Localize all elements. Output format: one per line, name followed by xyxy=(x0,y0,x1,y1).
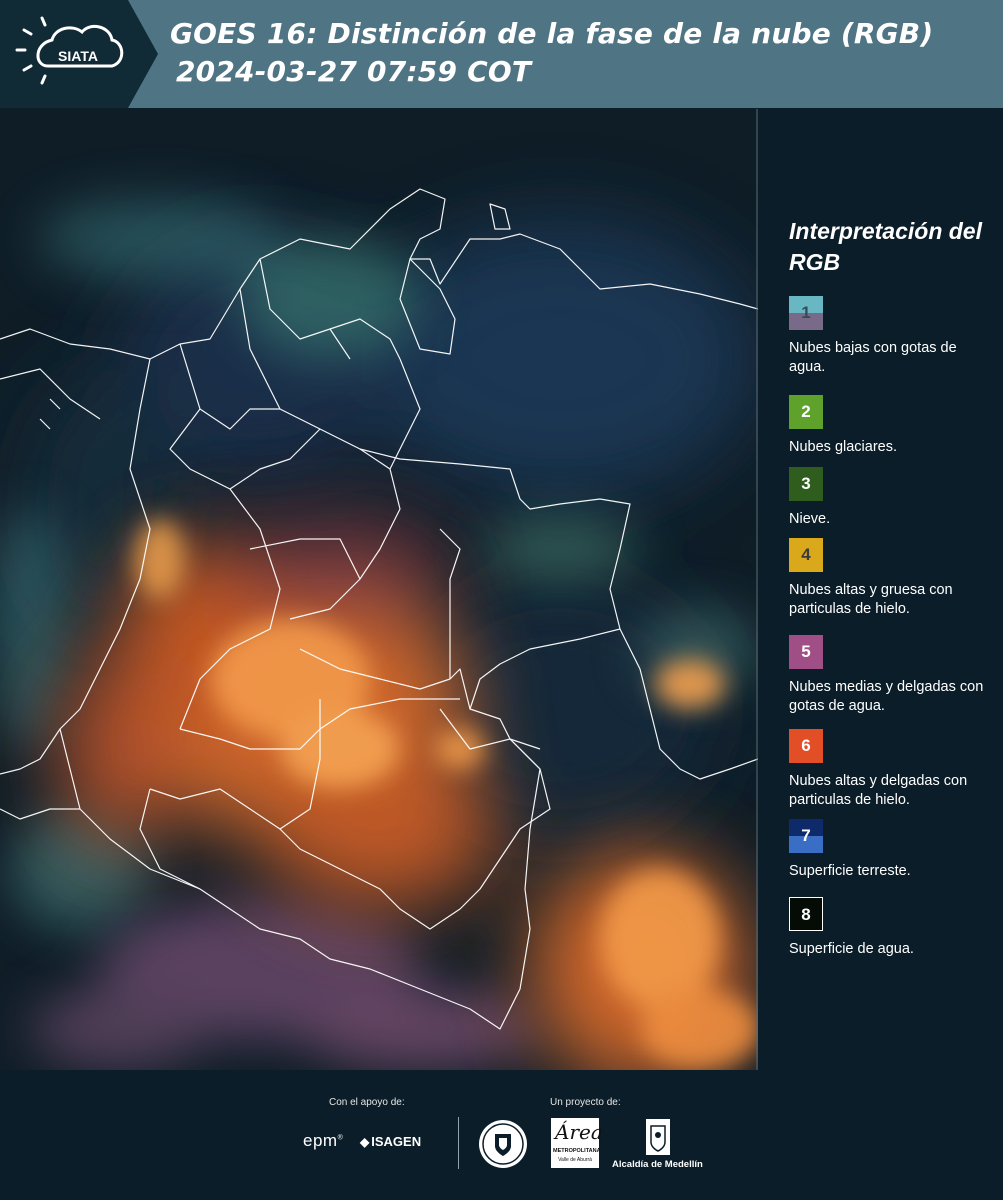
legend-label: Nubes medias y delgadas con gotas de agu… xyxy=(789,679,984,714)
legend-swatch: 1 xyxy=(789,296,823,330)
legend-item-6: 6 Nubes altas y delgadas con particulas d… xyxy=(789,729,989,810)
satellite-map xyxy=(0,109,758,1070)
isagen-mark-icon: ◆ xyxy=(360,1135,370,1149)
footer-divider xyxy=(458,1117,459,1169)
medellin-shield-icon xyxy=(645,1118,671,1156)
rgb-legend: Interpretación del RGB 1 Nubes bajas con … xyxy=(760,109,1003,1070)
legend-label: Nubes glaciares. xyxy=(789,439,897,455)
area-subtitle-2: Valle de Aburrá xyxy=(558,1157,592,1163)
legend-swatch: 8 xyxy=(789,897,823,931)
legend-label: Nieve. xyxy=(789,511,831,527)
legend-swatch: 7 xyxy=(789,819,823,853)
legend-label: Superficie terreste. xyxy=(789,863,911,879)
legend-item-8: 8 Superficie de agua. xyxy=(789,897,989,959)
legend-item-5: 5 Nubes medias y delgadas con gotas de ag… xyxy=(789,635,989,716)
title-line-2: 2024-03-27 07:59 COT xyxy=(176,55,532,88)
legend-swatch: 3 xyxy=(789,467,823,501)
siata-logo: SIATA xyxy=(0,0,160,108)
area-subtitle: METROPOLITANA xyxy=(553,1148,601,1154)
legend-title: Interpretación del RGB xyxy=(789,218,982,275)
legend-swatch: 4 xyxy=(789,538,823,572)
project-caption: Un proyecto de: xyxy=(550,1097,621,1108)
legend-label: Nubes bajas con gotas de agua. xyxy=(789,340,957,375)
header-banner: SIATA GOES 16: Distinción de la fase de … xyxy=(0,0,1003,108)
legend-item-3: 3 Nieve. xyxy=(789,467,989,529)
legend-item-4: 4 Nubes altas y gruesa con particulas de … xyxy=(789,538,989,619)
area-metropolitana-logo: Área METROPOLITANA Valle de Aburrá xyxy=(551,1118,603,1168)
logo-text: SIATA xyxy=(58,48,98,64)
legend-label: Nubes altas y delgadas con particulas de… xyxy=(789,773,968,808)
legend-label: Nubes altas y gruesa con particulas de h… xyxy=(789,582,953,617)
legend-item-2: 2 Nubes glaciares. xyxy=(789,395,989,457)
legend-swatch: 6 xyxy=(789,729,823,763)
footer: Con el apoyo de: Un proyecto de: epm® ◆ I… xyxy=(0,1070,1003,1200)
area-title: Área xyxy=(555,1120,603,1144)
legend-swatch: 2 xyxy=(789,395,823,429)
isagen-text: ISAGEN xyxy=(371,1134,422,1149)
epm-text: epm xyxy=(303,1131,338,1150)
legend-item-7: 7 Superficie terreste. xyxy=(789,819,989,881)
page-title: GOES 16: Distinción de la fase de la nub… xyxy=(170,15,990,91)
alcaldia-label: Alcaldía de Medellín xyxy=(612,1159,703,1170)
legend-swatch: 5 xyxy=(789,635,823,669)
title-line-1: GOES 16: Distinción de la fase de la nub… xyxy=(170,17,934,50)
epm-logo: epm® xyxy=(303,1131,344,1150)
support-caption: Con el apoyo de: xyxy=(329,1097,405,1108)
isagen-logo: ◆ ISAGEN xyxy=(360,1134,421,1149)
legend-label: Superficie de agua. xyxy=(789,941,914,957)
gobernacion-seal-icon xyxy=(477,1118,529,1170)
legend-item-1: 1 Nubes bajas con gotas de agua. xyxy=(789,296,989,377)
